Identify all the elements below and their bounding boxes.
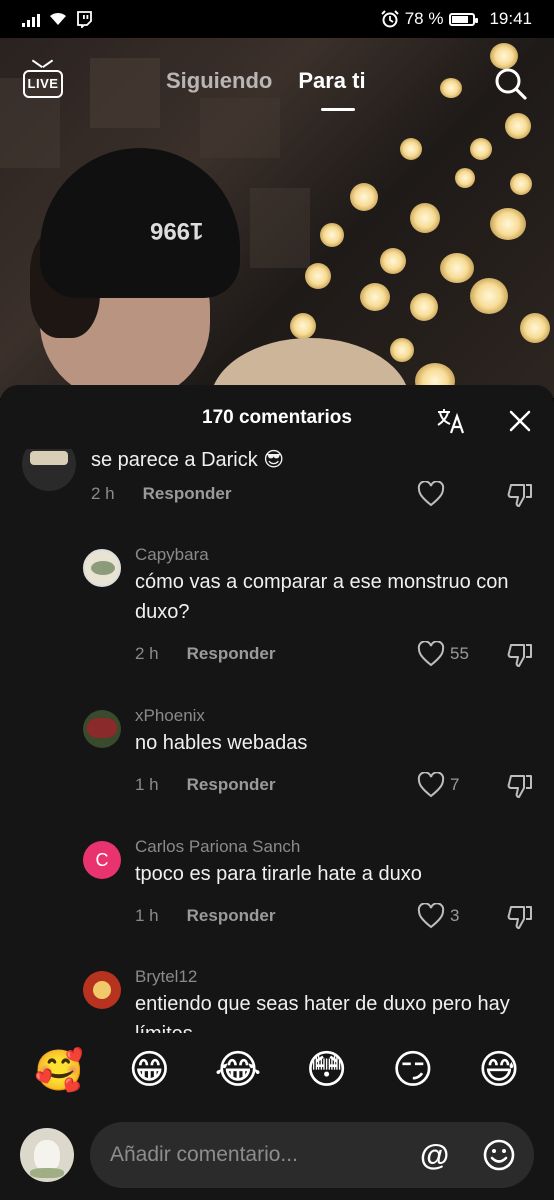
dislike-icon[interactable] <box>506 641 534 669</box>
like-button[interactable]: 55 <box>417 641 469 667</box>
comment-item: Capybara cómo vas a comparar a ese monst… <box>0 545 554 675</box>
clock: 19:41 <box>489 9 532 28</box>
like-button[interactable]: 7 <box>417 772 459 798</box>
dislike-icon[interactable] <box>506 772 534 800</box>
heart-icon <box>417 481 445 507</box>
mention-icon[interactable]: @ <box>420 1139 449 1173</box>
commenter-avatar[interactable] <box>22 449 76 491</box>
twitch-notification-icon <box>77 10 92 28</box>
emoji-sweat-smile[interactable]: 😅 <box>478 1047 520 1094</box>
reply-button[interactable]: Responder <box>187 906 276 926</box>
comment-item: Brytel12 entiendo que seas hater de duxo… <box>0 967 554 1033</box>
comment-username[interactable]: xPhoenix <box>135 706 205 726</box>
status-bar: 78 % 19:41 <box>0 0 554 38</box>
like-count: 7 <box>450 775 460 794</box>
like-button[interactable] <box>417 481 445 507</box>
comment-text: tpoco es para tirarle hate a duxo <box>135 863 422 885</box>
dislike-icon[interactable] <box>506 903 534 931</box>
reply-button[interactable]: Responder <box>143 484 232 504</box>
close-icon[interactable] <box>508 409 532 433</box>
comment-text: se parece a Darick 😎 <box>91 449 285 471</box>
comment-text: no hables webadas <box>135 732 308 754</box>
live-icon: LIVE <box>23 70 63 98</box>
emoji-smiling-hearts[interactable]: 🥰 <box>34 1047 84 1094</box>
my-avatar[interactable] <box>20 1128 74 1182</box>
comment-text: cómo vas a comparar a ese monstruo con d… <box>135 571 509 623</box>
hat-print: 1996 <box>150 217 204 244</box>
commenter-avatar[interactable] <box>83 549 121 587</box>
tab-para-ti[interactable]: Para ti <box>298 68 366 111</box>
alarm-icon <box>380 10 399 28</box>
comment-time: 1 h <box>135 906 159 925</box>
like-count: 55 <box>450 644 469 663</box>
translate-icon[interactable] <box>436 407 466 435</box>
comment-composer: Añadir comentario... @ <box>0 1115 554 1200</box>
beanie-hat <box>40 148 240 298</box>
like-button[interactable]: 3 <box>417 903 459 929</box>
comment-item: se parece a Darick 😎 2 h Responder <box>0 449 554 537</box>
commenter-avatar[interactable]: C <box>83 841 121 879</box>
comments-sheet: 170 comentarios se parece a Darick 😎 2 h… <box>0 385 554 1200</box>
comment-input[interactable]: Añadir comentario... @ <box>90 1122 534 1188</box>
reply-button[interactable]: Responder <box>187 644 276 664</box>
comment-username[interactable]: Carlos Pariona Sanch <box>135 837 300 857</box>
dislike-icon[interactable] <box>506 481 534 509</box>
emoji-quick-bar: 🥰 😁 😂 😳 😏 😅 <box>0 1047 554 1094</box>
comment-text: entiendo que seas hater de duxo pero hay… <box>135 993 510 1033</box>
emoji-flushed[interactable]: 😳 <box>306 1047 348 1094</box>
search-icon[interactable] <box>493 66 527 100</box>
comments-list[interactable]: se parece a Darick 😎 2 h Responder Capyb… <box>0 449 554 1033</box>
reply-button[interactable]: Responder <box>187 775 276 795</box>
comment-time: 2 h <box>135 644 159 663</box>
comment-item: C Carlos Pariona Sanch tpoco es para tir… <box>0 837 554 937</box>
comments-count-title: 170 comentarios <box>202 407 352 428</box>
signal-icon <box>22 11 40 27</box>
like-count: 3 <box>450 906 460 925</box>
live-button[interactable]: LIVE <box>23 59 63 100</box>
heart-icon <box>417 903 445 929</box>
comment-username[interactable]: Capybara <box>135 545 209 565</box>
heart-icon <box>417 641 445 667</box>
battery-icon <box>449 12 479 26</box>
emoji-grin[interactable]: 😁 <box>128 1047 170 1094</box>
heart-icon <box>417 772 445 798</box>
comment-username[interactable]: Brytel12 <box>135 967 197 987</box>
battery-percent: 78 % <box>404 9 444 28</box>
comment-time: 2 h <box>91 484 115 503</box>
comment-time: 1 h <box>135 775 159 794</box>
commenter-avatar[interactable] <box>83 710 121 748</box>
emoji-smirk[interactable]: 😏 <box>392 1047 434 1094</box>
wifi-icon <box>50 12 66 25</box>
comment-item: xPhoenix no hables webadas 1 h Responder… <box>0 706 554 806</box>
comments-header: 170 comentarios <box>0 385 554 449</box>
tab-siguiendo[interactable]: Siguiendo <box>166 68 272 94</box>
comment-input-placeholder: Añadir comentario... <box>110 1143 298 1166</box>
emoji-picker-icon[interactable] <box>482 1138 516 1172</box>
commenter-avatar[interactable] <box>83 971 121 1009</box>
top-navigation: LIVE Siguiendo Para ti <box>0 52 554 112</box>
emoji-tears-of-joy[interactable]: 😂 <box>215 1047 262 1094</box>
